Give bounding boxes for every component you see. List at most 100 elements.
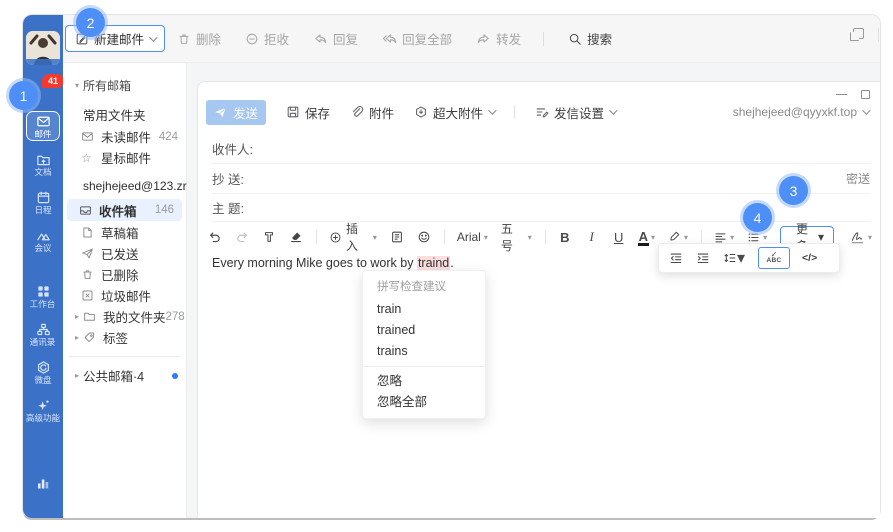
sidebar-item-meeting[interactable]: 会议 [25,225,61,255]
folder-sent[interactable]: 已发送 [63,243,186,264]
spell-check-button[interactable]: ✓ ABC [758,247,790,269]
format-painter-icon [262,230,276,244]
compose-action-toolbar: 发送 保存 附件 超大附件 [206,98,868,126]
cc-field[interactable]: 抄 送: 密送 [212,164,870,194]
clear-format-button[interactable] [289,230,303,244]
step-badge-3: 3 [779,176,808,205]
folder-label: 公共邮箱·4 [83,366,144,385]
send-settings-button[interactable]: 发信设置 [535,103,615,122]
sidebar-item-contacts[interactable]: 通讯录 [25,319,61,349]
calendar-icon [36,190,51,205]
folder-unread[interactable]: 未读邮件 424 [63,126,186,147]
collapse-triangle-icon: ▾ [75,81,83,90]
underline-button[interactable]: U [612,230,626,245]
paperclip-icon [350,105,364,119]
unread-count-badge: 41 [42,74,64,88]
bold-button[interactable]: B [558,230,572,245]
minimize-icon[interactable] [836,94,847,95]
spell-suggestion[interactable]: trained [363,320,485,341]
sidebar-item-mail[interactable]: 邮件 [26,111,60,141]
sidebar-item-calendar[interactable]: 日程 [25,187,61,217]
tag-icon [83,331,97,344]
chevron-down-icon [149,33,157,41]
avatar[interactable] [26,31,60,65]
popout-icon[interactable] [853,28,864,39]
message-body[interactable]: Every morning Mike goes to work by train… [212,256,454,270]
search-button[interactable]: 搜索 [568,29,612,48]
font-size-select[interactable]: 五号▾ [501,220,532,254]
caret-down-icon: ▾ [763,233,767,242]
reject-button[interactable]: 拒收 [245,29,289,48]
sidebar-item-advanced[interactable]: 高级功能 [25,395,61,425]
account-header[interactable]: shejhejeed@123.zr... [63,174,186,198]
main-area: 发送 保存 附件 超大附件 [187,63,880,518]
folder-label: 我的文件夹 [103,307,166,326]
search-label: 搜索 [587,29,612,48]
send-button[interactable]: 发送 [206,100,266,125]
folder-inbox[interactable]: 收件箱 146 [67,199,182,221]
reply-all-button[interactable]: 回复全部 [382,29,452,48]
stats-icon[interactable] [35,474,51,492]
line-height-button[interactable]: ▾ [723,248,745,268]
insert-button[interactable]: 插入▾ [329,220,377,254]
save-button[interactable]: 保存 [286,103,330,122]
spell-suggestion[interactable]: train [363,299,485,320]
chevron-down-icon [488,106,496,114]
italic-button[interactable]: I [585,229,599,245]
save-icon [286,105,300,119]
attachment-button[interactable]: 附件 [350,103,394,122]
folder-label: 收件箱 [99,201,137,220]
sender-account-selector[interactable]: shejhejeed@qyyxkf.top [733,105,868,119]
toolbar-divider [444,230,445,244]
folder-my-folders[interactable]: ▸ 我的文件夹 278 [63,306,186,327]
all-mailboxes-toggle[interactable]: ▾ 所有邮箱 [63,75,186,96]
reply-all-label: 回复全部 [402,29,452,48]
to-field[interactable]: 收件人: [212,134,870,164]
signature-button[interactable]: ▾ [850,230,872,245]
align-button[interactable]: ▾ [714,231,734,244]
indent-button[interactable] [696,251,710,265]
delete-button[interactable]: 删除 [177,29,221,48]
spell-ignore[interactable]: 忽略 [363,371,485,392]
folder-deleted[interactable]: 已删除 [63,264,186,285]
caret-down-icon: ▾ [684,233,688,242]
eraser-icon [289,230,303,244]
reply-button[interactable]: 回复 [313,29,358,48]
sidebar-item-label: 高级功能 [26,413,60,423]
folder-pane: ▾ 所有邮箱 常用文件夹 未读邮件 424 ☆ 星标邮件 shejhejeed@… [63,63,187,518]
misspelled-word[interactable]: traind [417,256,450,271]
sidebar-item-label: 通讯录 [30,337,56,347]
large-attachment-button[interactable]: 超大附件 [414,103,494,122]
avatar-photo [26,31,60,65]
outdent-button[interactable] [669,251,683,265]
forward-button[interactable]: 转发 [476,29,521,48]
caret-down-icon: ▾ [818,230,824,244]
send-plane-icon [214,106,227,119]
attachment-label: 附件 [369,103,394,122]
format-painter-button[interactable] [262,230,276,244]
sidebar-item-workbench[interactable]: 工作台 [25,281,61,311]
star-icon: ☆ [81,151,95,165]
sidebar-item-label: 文档 [34,167,51,177]
template-button[interactable] [390,230,404,244]
folder-junk[interactable]: 垃圾邮件 [63,285,186,306]
source-code-button[interactable]: </> [802,252,817,264]
spell-ignore-all[interactable]: 忽略全部 [363,392,485,413]
undo-button[interactable] [208,230,222,244]
font-color-button[interactable]: A▾ [639,231,655,243]
bcc-link[interactable]: 密送 [846,170,870,187]
folder-tags[interactable]: ▸ 标签 [63,327,186,348]
sidebar-item-drive[interactable]: 微盘 [25,357,61,387]
list-button[interactable]: ▾ [747,231,767,244]
folder-starred[interactable]: ☆ 星标邮件 [63,147,186,168]
reject-label: 拒收 [264,29,289,48]
redo-button[interactable] [235,230,249,244]
spell-suggestion[interactable]: trains [363,341,485,362]
emoji-button[interactable] [417,230,431,244]
folder-public-mailbox[interactable]: ▸ 公共邮箱·4 [63,365,186,386]
line-height-icon [723,251,737,265]
font-family-select[interactable]: Arial▾ [457,230,488,244]
sidebar-item-label: 会议 [34,243,51,253]
sidebar-item-docs[interactable]: 文档 [25,149,61,179]
folder-drafts[interactable]: 草稿箱 [63,222,186,243]
